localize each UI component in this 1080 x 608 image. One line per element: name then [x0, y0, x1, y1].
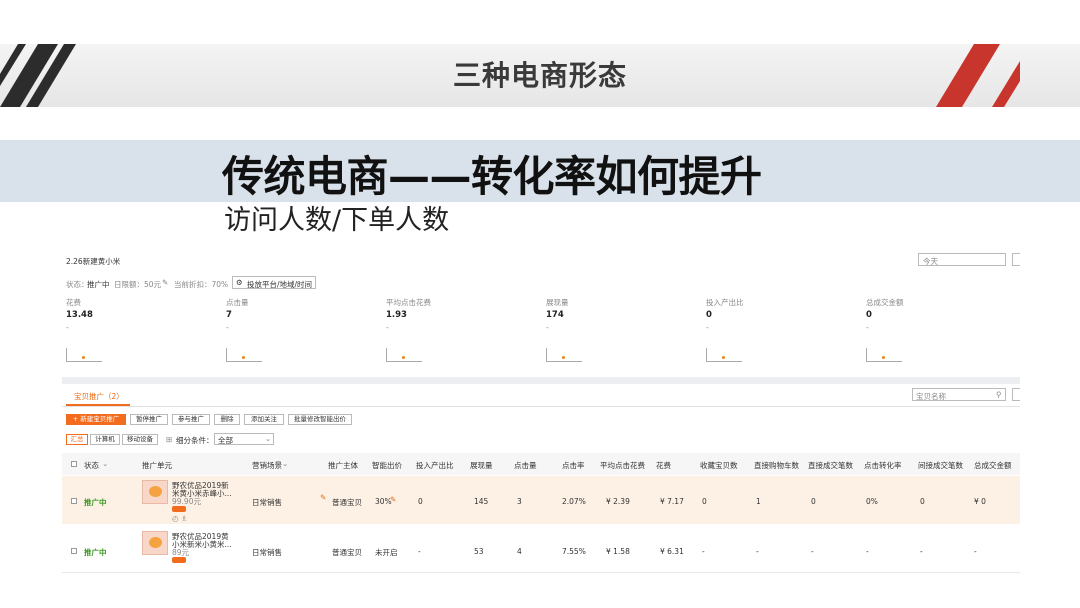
- col-cost: 花费: [656, 461, 671, 470]
- col-cart: 直接购物车数: [754, 461, 799, 470]
- join-button[interactable]: 参与推广: [172, 414, 210, 425]
- budget-text: 日限额：50元: [114, 280, 162, 289]
- col-subject: 推广主体: [328, 461, 358, 470]
- col-cpc: 平均点击花费: [600, 461, 645, 470]
- sparkline: [226, 348, 262, 362]
- tab-item-promotion[interactable]: 宝贝推广（2）: [74, 391, 124, 402]
- discount-text: 当前折扣：70%: [174, 280, 229, 289]
- chevron-down-icon[interactable]: ⌄: [282, 459, 288, 468]
- follow-button[interactable]: 添加关注: [244, 414, 284, 425]
- status-label: 状态：: [66, 280, 89, 289]
- tab-divider: [62, 406, 1020, 407]
- promo-tag: [172, 557, 186, 563]
- col-status[interactable]: 状态: [84, 460, 99, 471]
- settings-icon: ⚙: [236, 278, 243, 287]
- chevron-down-icon[interactable]: ⌄: [102, 459, 108, 468]
- col-unit: 推广单元: [142, 461, 172, 470]
- col-orders: 直接成交笔数: [808, 461, 853, 470]
- sparkline: [386, 348, 422, 362]
- select-all-checkbox[interactable]: [71, 461, 77, 467]
- campaign-screenshot: 2.26新建黄小米 今天 状态： 推广中 日限额：50元 ✎ 当前折扣：70% …: [62, 246, 1020, 584]
- col-ctr: 点击率: [562, 461, 585, 470]
- platform-button[interactable]: ⚙ 投放平台/地域/时间: [232, 276, 316, 289]
- search-edge: [1012, 388, 1020, 401]
- product-thumbnail[interactable]: [142, 531, 168, 555]
- delete-button[interactable]: 删除: [214, 414, 240, 425]
- plan-name: 2.26新建黄小米: [66, 257, 121, 266]
- product-thumbnail[interactable]: [142, 480, 168, 504]
- col-cvr: 点击转化率: [864, 461, 902, 470]
- col-bid: 智能出价: [372, 461, 402, 470]
- col-total: 总成交金额: [974, 461, 1012, 470]
- search-icon[interactable]: ⚲: [996, 390, 1002, 399]
- col-clicks: 点击量: [514, 461, 537, 470]
- pause-button[interactable]: 暂停推广: [130, 414, 168, 425]
- chevron-down-icon: ⌄: [265, 434, 272, 443]
- col-roi: 投入产出比: [416, 461, 454, 470]
- col-scene[interactable]: 营销场景: [252, 460, 282, 471]
- filter-icon: ⊞: [166, 435, 173, 444]
- tab-mobile[interactable]: 移动设备: [122, 434, 158, 445]
- sparkline: [546, 348, 582, 362]
- main-title: 传统电商——转化率如何提升: [222, 152, 762, 201]
- date-dropdown-edge[interactable]: [1012, 253, 1020, 266]
- promo-tag: [172, 506, 186, 512]
- col-fav: 收藏宝贝数: [700, 461, 738, 470]
- tab-computer[interactable]: 计算机: [90, 434, 120, 445]
- col-impressions: 展现量: [470, 461, 493, 470]
- new-promotion-button[interactable]: + 新建宝贝推广: [66, 414, 126, 425]
- batch-bid-button[interactable]: 批量修改智能出价: [288, 414, 352, 425]
- row-checkbox[interactable]: [71, 548, 77, 554]
- sparkline: [706, 348, 742, 362]
- tab-summary[interactable]: 汇总: [66, 434, 88, 445]
- search-input[interactable]: 宝贝名称 ⚲: [912, 388, 1006, 401]
- date-input[interactable]: 今天: [918, 253, 1006, 266]
- filter-label: 细分条件：: [176, 436, 214, 445]
- sparkline: [866, 348, 902, 362]
- chart-icon[interactable]: ◴ ♗: [172, 514, 188, 523]
- edit-icon[interactable]: ✎: [162, 278, 168, 287]
- filter-select[interactable]: 全部 ⌄: [214, 433, 274, 445]
- status-value: 推广中: [87, 280, 110, 289]
- row-checkbox[interactable]: [71, 498, 77, 504]
- header-title: 三种电商形态: [452, 59, 627, 92]
- row-divider: [62, 572, 1020, 573]
- edit-icon[interactable]: ✎: [320, 493, 326, 502]
- sparkline: [66, 348, 102, 362]
- edit-icon[interactable]: ✎: [390, 495, 396, 504]
- col-indirect: 间接成交笔数: [918, 461, 963, 470]
- subtitle: 访问人数/下单人数: [224, 205, 450, 236]
- section-divider: [62, 377, 1020, 384]
